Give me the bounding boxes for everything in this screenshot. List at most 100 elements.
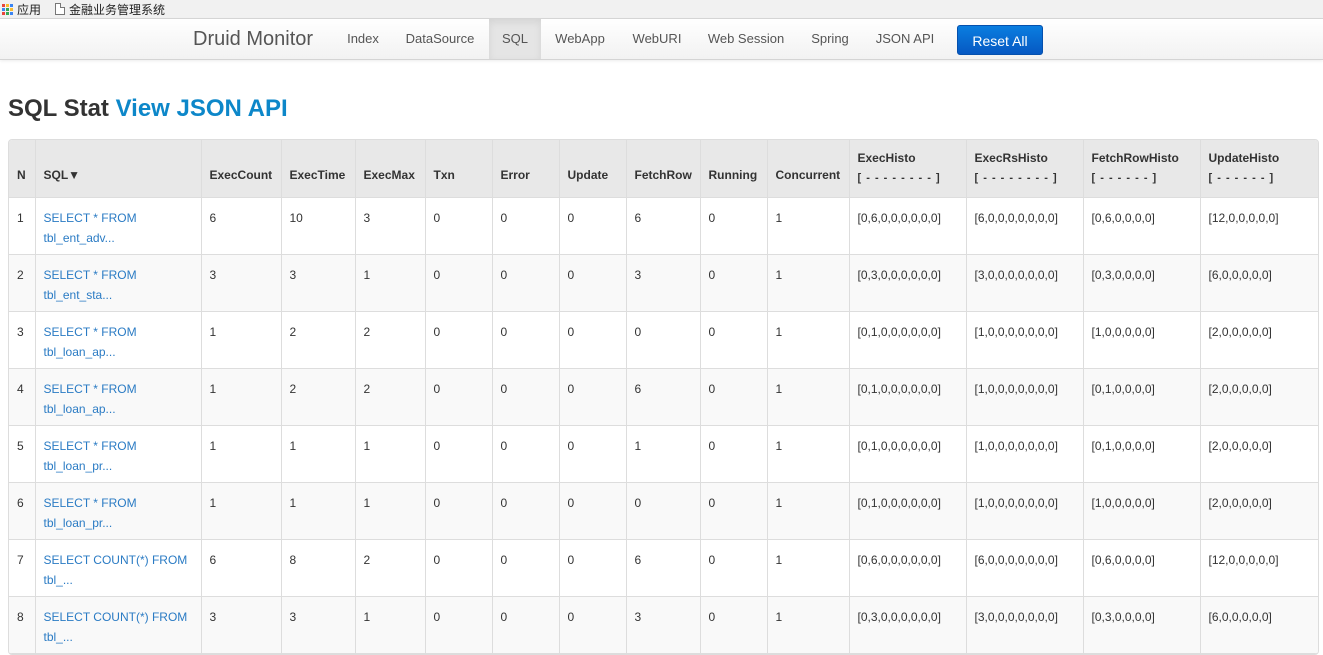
col-header-exec-histo-sub: [ - - - - - - - - ] <box>857 172 941 184</box>
nav-spring[interactable]: Spring <box>804 19 856 59</box>
cell-update: 0 <box>558 196 627 255</box>
cell-exec-time: 2 <box>280 367 356 426</box>
col-header-update-histo-sub: [ - - - - - - ] <box>1208 172 1275 184</box>
cell-error: 0 <box>491 367 560 426</box>
cell-concurrent: 1 <box>766 595 850 654</box>
col-header-exec-time[interactable]: ExecTime <box>280 140 356 198</box>
nav-datasource[interactable]: DataSource <box>398 19 482 59</box>
bookmarks-bar: 应用 金融业务管理系统 <box>0 0 1323 19</box>
cell-error: 0 <box>491 595 560 654</box>
cell-exec-time: 3 <box>280 253 356 312</box>
col-header-fetch-row-histo[interactable]: FetchRowHisto [ - - - - - - ] <box>1082 140 1201 198</box>
cell-update-histo: [12,0,0,0,0,0] <box>1199 196 1318 255</box>
cell-update-histo: [6,0,0,0,0,0] <box>1199 253 1318 312</box>
cell-exec-histo: [0,6,0,0,0,0,0,0] <box>848 196 967 255</box>
page-title: SQL Stat View JSON API <box>8 94 288 124</box>
col-header-error[interactable]: Error <box>491 140 560 198</box>
cell-exec-histo: [0,3,0,0,0,0,0,0] <box>848 253 967 312</box>
sql-link[interactable]: SELECT * FROM tbl_loan_pr... <box>44 436 193 476</box>
col-header-fetch-row-histo-label: FetchRowHisto <box>1091 151 1179 165</box>
nav-webapp[interactable]: WebApp <box>549 19 611 59</box>
cell-error: 0 <box>491 310 560 369</box>
col-header-exec-rs-histo[interactable]: ExecRsHisto [ - - - - - - - - ] <box>965 140 1084 198</box>
bookmark-apps[interactable]: 应用 <box>0 0 41 18</box>
cell-update: 0 <box>558 310 627 369</box>
cell-txn: 0 <box>424 595 493 654</box>
cell-txn: 0 <box>424 196 493 255</box>
cell-txn: 0 <box>424 424 493 483</box>
col-header-update[interactable]: Update <box>558 140 627 198</box>
cell-error: 0 <box>491 253 560 312</box>
cell-exec-rs-histo: [6,0,0,0,0,0,0,0] <box>965 538 1084 597</box>
cell-update: 0 <box>558 367 627 426</box>
table-body: 1 SELECT * FROM tbl_ent_adv... 6 10 3 0 0 0 6 0 1 [0… <box>9 196 1318 654</box>
col-header-exec-count[interactable]: ExecCount <box>200 140 282 198</box>
table-row: 5 SELECT * FROM tbl_loan_pr... 1 1 1 0 0 0 1 0 1 [0,… <box>9 424 1318 483</box>
cell-fetch-row: 1 <box>625 424 701 483</box>
cell-txn: 0 <box>424 481 493 540</box>
cell-n: 7 <box>9 538 36 597</box>
col-header-fetch-row[interactable]: FetchRow <box>625 140 701 198</box>
cell-fetch-row-histo: [1,0,0,0,0,0] <box>1082 481 1201 540</box>
cell-txn: 0 <box>424 367 493 426</box>
apps-grid-dot <box>2 11 5 15</box>
cell-fetch-row: 6 <box>625 538 701 597</box>
cell-n: 4 <box>9 367 36 426</box>
apps-grid-dot <box>10 3 13 7</box>
col-header-concurrent[interactable]: Concurrent <box>766 140 850 198</box>
cell-running: 0 <box>699 367 768 426</box>
view-json-api-link[interactable]: View JSON API <box>116 95 288 122</box>
cell-sql: SELECT * FROM tbl_loan_ap... <box>34 367 202 426</box>
cell-fetch-row: 0 <box>625 481 701 540</box>
sql-link[interactable]: SELECT * FROM tbl_ent_sta... <box>44 265 193 305</box>
nav-index[interactable]: Index <box>333 19 393 59</box>
col-header-exec-max[interactable]: ExecMax <box>354 140 426 198</box>
col-header-n[interactable]: N <box>9 140 36 198</box>
sql-line-2: tbl_... <box>43 629 73 644</box>
nav-sql[interactable]: SQL <box>489 19 541 59</box>
col-header-txn[interactable]: Txn <box>424 140 493 198</box>
sql-link[interactable]: SELECT * FROM tbl_loan_pr... <box>44 493 193 533</box>
page-icon <box>55 3 66 15</box>
nav-weburi[interactable]: WebURI <box>626 19 688 59</box>
bookmark-page[interactable]: 金融业务管理系统 <box>55 0 165 18</box>
col-header-sql[interactable]: SQL▼ <box>34 140 202 198</box>
sql-line-1: SELECT * FROM <box>43 495 137 510</box>
cell-exec-histo: [0,3,0,0,0,0,0,0] <box>848 595 967 654</box>
apps-grid-dot <box>2 7 5 11</box>
sql-link[interactable]: SELECT * FROM tbl_ent_adv... <box>44 208 193 248</box>
cell-exec-count: 1 <box>200 310 282 369</box>
col-header-exec-histo[interactable]: ExecHisto [ - - - - - - - - ] <box>848 140 967 198</box>
cell-n: 5 <box>9 424 36 483</box>
brand[interactable]: Druid Monitor <box>193 19 313 59</box>
cell-exec-count: 3 <box>200 253 282 312</box>
sql-link[interactable]: SELECT * FROM tbl_loan_ap... <box>44 379 193 419</box>
cell-n: 6 <box>9 481 36 540</box>
apps-grid-dot <box>2 3 5 7</box>
cell-exec-time: 1 <box>280 481 356 540</box>
col-header-exec-rs-histo-sub: [ - - - - - - - - ] <box>974 172 1058 184</box>
cell-fetch-row-histo: [0,3,0,0,0,0] <box>1082 253 1201 312</box>
sql-link[interactable]: SELECT COUNT(*) FROM tbl_... <box>44 550 193 590</box>
sql-line-1: SELECT * FROM <box>43 267 137 282</box>
sql-link[interactable]: SELECT * FROM tbl_loan_ap... <box>44 322 193 362</box>
reset-all-button[interactable]: Reset All <box>957 25 1043 55</box>
apps-grid-dot <box>6 11 9 15</box>
cell-exec-histo: [0,1,0,0,0,0,0,0] <box>848 310 967 369</box>
sql-line-1: SELECT COUNT(*) FROM <box>43 609 188 624</box>
nav-json-api[interactable]: JSON API <box>868 19 942 59</box>
sql-link[interactable]: SELECT COUNT(*) FROM tbl_... <box>44 607 193 647</box>
cell-error: 0 <box>491 538 560 597</box>
col-header-running[interactable]: Running <box>699 140 768 198</box>
cell-exec-max: 1 <box>354 595 426 654</box>
table-header-row: N SQL▼ ExecCount ExecTime ExecMax Txn Er… <box>9 140 1318 198</box>
cell-exec-histo: [0,6,0,0,0,0,0,0] <box>848 538 967 597</box>
cell-txn: 0 <box>424 538 493 597</box>
cell-exec-rs-histo: [3,0,0,0,0,0,0,0] <box>965 253 1084 312</box>
nav-web-session[interactable]: Web Session <box>702 19 790 59</box>
col-header-update-histo[interactable]: UpdateHisto [ - - - - - - ] <box>1199 140 1318 198</box>
cell-update: 0 <box>558 424 627 483</box>
cell-exec-max: 3 <box>354 196 426 255</box>
cell-running: 0 <box>699 424 768 483</box>
cell-exec-rs-histo: [6,0,0,0,0,0,0,0] <box>965 196 1084 255</box>
